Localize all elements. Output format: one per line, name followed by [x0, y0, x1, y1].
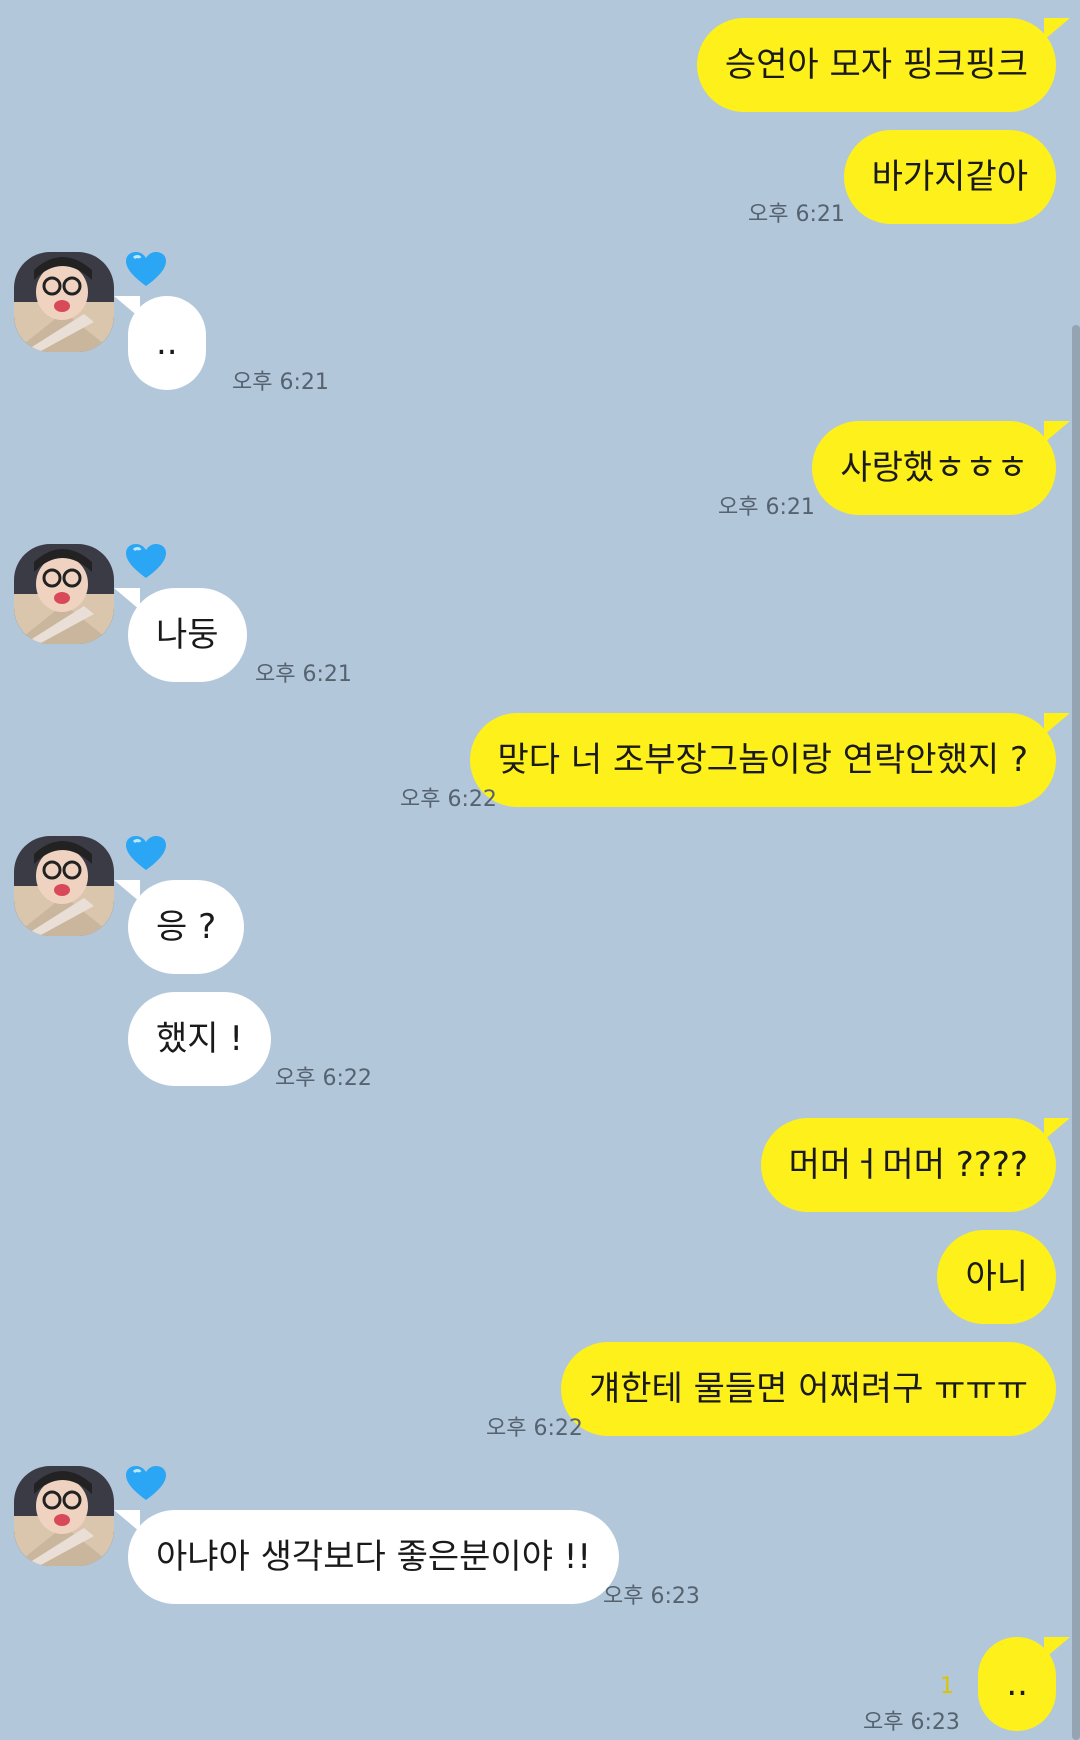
- scrollbar[interactable]: [1072, 325, 1080, 1740]
- blue-heart-icon: [126, 1466, 166, 1502]
- message-text: ..: [156, 323, 178, 363]
- their-message-bubble[interactable]: ..: [114, 296, 206, 390]
- message-time: 오후 6:22: [486, 1416, 583, 1441]
- my-message-bubble[interactable]: 걔한테 물들면 어쩌려구 ㅠㅠㅠ: [560, 1342, 1056, 1436]
- profile-avatar[interactable]: [14, 1466, 114, 1566]
- their-message-bubble[interactable]: 아냐아 생각보다 좋은분이야 !!: [113, 1510, 620, 1604]
- my-message-bubble[interactable]: ..: [978, 1637, 1070, 1731]
- message-time: 오후 6:21: [748, 202, 845, 227]
- message-text: 승연아 모자 핑크핑크: [724, 45, 1028, 85]
- their-message-bubble[interactable]: 나둥: [114, 588, 247, 682]
- their-message-bubble[interactable]: 했지 !: [128, 992, 271, 1086]
- message-text: 응 ?: [156, 907, 217, 947]
- profile-avatar[interactable]: [14, 252, 114, 352]
- message-text: 바가지같아: [871, 157, 1028, 197]
- message-text: ..: [1006, 1664, 1028, 1704]
- profile-avatar[interactable]: [14, 544, 114, 644]
- message-text: 사랑했ㅎㅎㅎ: [840, 448, 1028, 488]
- my-message-bubble[interactable]: 승연아 모자 핑크핑크: [696, 18, 1071, 112]
- message-text: 아냐아 생각보다 좋은분이야 !!: [156, 1537, 592, 1577]
- message-text: 머머ㅓ머머 ????: [788, 1145, 1028, 1185]
- message-time: 오후 6:23: [863, 1710, 960, 1735]
- message-time: 오후 6:21: [232, 370, 329, 395]
- message-time: 오후 6:22: [275, 1066, 372, 1091]
- my-message-bubble[interactable]: 아니: [937, 1230, 1056, 1324]
- blue-heart-icon: [126, 836, 166, 872]
- message-text: 맞다 너 조부장그놈이랑 연락안했지 ?: [497, 740, 1028, 780]
- message-text: 나둥: [156, 615, 219, 655]
- my-message-bubble[interactable]: 바가지같아: [843, 130, 1056, 224]
- message-text: 했지 !: [156, 1019, 243, 1059]
- unread-count: 1: [940, 1674, 954, 1699]
- blue-heart-icon: [126, 252, 166, 288]
- their-message-bubble[interactable]: 응 ?: [113, 880, 245, 974]
- message-time: 오후 6:23: [603, 1584, 700, 1609]
- message-time: 오후 6:22: [400, 787, 497, 812]
- profile-avatar[interactable]: [14, 836, 114, 936]
- message-time: 오후 6:21: [255, 662, 352, 687]
- my-message-bubble[interactable]: 사랑했ㅎㅎㅎ: [812, 421, 1070, 515]
- message-text: 걔한테 물들면 어쩌려구 ㅠㅠㅠ: [588, 1369, 1028, 1409]
- message-text: 아니: [965, 1257, 1028, 1297]
- message-time: 오후 6:21: [718, 495, 815, 520]
- chat-view: 승연아 모자 핑크핑크 바가지같아 오후 6:21 .. 오후 6:21 사랑했…: [0, 0, 1080, 1740]
- blue-heart-icon: [126, 544, 166, 580]
- my-message-bubble[interactable]: 맞다 너 조부장그놈이랑 연락안했지 ?: [469, 713, 1071, 807]
- my-message-bubble[interactable]: 머머ㅓ머머 ????: [760, 1118, 1071, 1212]
